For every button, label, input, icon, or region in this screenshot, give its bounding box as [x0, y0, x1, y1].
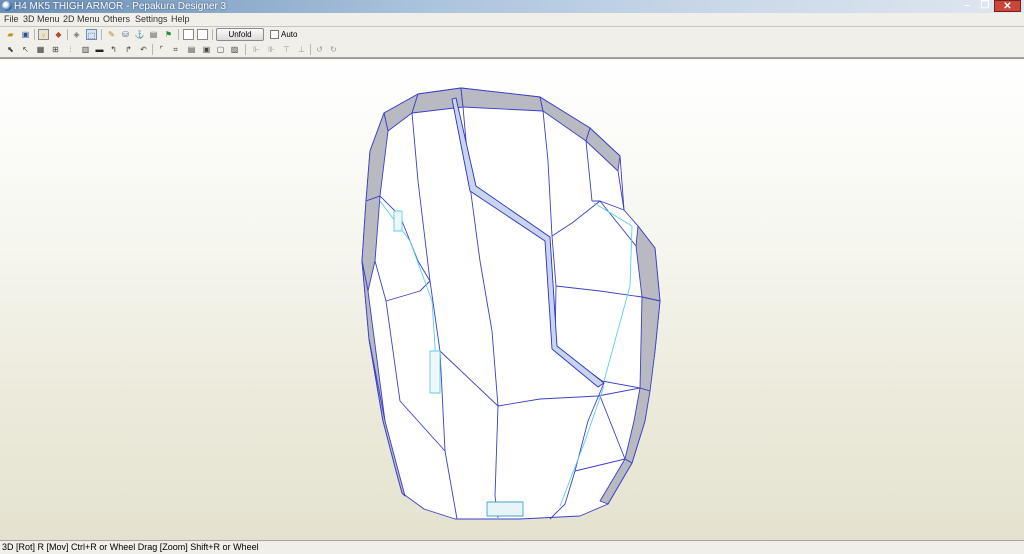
undo-icon[interactable]: ↺	[314, 44, 325, 55]
side-face	[639, 296, 661, 392]
status-text: 3D [Rot] R [Mov] Ctrl+R or Wheel Drag [Z…	[2, 542, 259, 552]
auto-checkbox[interactable]	[270, 30, 279, 39]
align-center-icon[interactable]: ▣	[201, 44, 212, 55]
window-title: H4 MK5 THIGH ARMOR - Pepakura Designer 3	[14, 1, 227, 12]
join-icon[interactable]: ⊞	[50, 44, 61, 55]
green-flag-icon[interactable]: ⚑	[163, 29, 174, 40]
maximize-button[interactable]: ❐	[976, 0, 994, 12]
save-icon[interactable]: ▣	[20, 29, 31, 40]
unfold-button[interactable]: Unfold	[216, 28, 264, 41]
align-right-icon[interactable]: ▢	[215, 44, 226, 55]
split-view-icon[interactable]	[197, 29, 208, 40]
color-cube-icon[interactable]: ◆	[53, 29, 64, 40]
rotate-left-icon[interactable]: ↰	[108, 44, 119, 55]
grid-icon[interactable]: ▦	[35, 44, 46, 55]
toolbar-separator	[178, 29, 179, 40]
select-icon[interactable]: ⬉	[5, 44, 16, 55]
title-bar: H4 MK5 THIGH ARMOR - Pepakura Designer 3…	[0, 0, 1024, 13]
menu-settings[interactable]: Settings	[135, 13, 168, 26]
menu-2d[interactable]: 2D Menu	[63, 13, 100, 26]
tab-bottom	[486, 501, 524, 517]
flip-left-icon[interactable]: ⊩	[251, 44, 262, 55]
menu-3d[interactable]: 3D Menu	[23, 13, 60, 26]
menu-bar: File 3D Menu 2D Menu Others Settings Hel…	[0, 13, 1024, 27]
main-toolbar: ▰ ▣ ♀ ◆ ◈ ⬚ ✎ ⛁ ⚓ ▤ ⚑ Unfold Auto	[0, 27, 1024, 42]
toolbar-separator	[101, 29, 102, 40]
minimize-button[interactable]: –	[958, 0, 976, 12]
toolbar-separator	[152, 44, 153, 55]
pencil-icon[interactable]: ✎	[106, 29, 117, 40]
3d-viewport[interactable]	[0, 58, 1024, 541]
side-face	[460, 87, 544, 112]
single-view-icon[interactable]	[183, 29, 194, 40]
menu-file[interactable]: File	[4, 13, 19, 26]
align-left-icon[interactable]: ▤	[186, 44, 197, 55]
toolbar-separator	[34, 29, 35, 40]
page-icon[interactable]: ▥	[80, 44, 91, 55]
flip-right-icon[interactable]: ⊪	[266, 44, 277, 55]
cylinder-icon[interactable]: ⛁	[120, 29, 131, 40]
tab-left	[429, 350, 441, 394]
lightbulb-icon[interactable]: ♀	[38, 29, 49, 40]
toolbar-separator	[310, 44, 311, 55]
flip-down-icon[interactable]: ⊥	[296, 44, 307, 55]
tab-top-left	[393, 210, 403, 232]
edge-icon[interactable]: ⫶	[65, 44, 76, 55]
toolbar-separator	[67, 29, 68, 40]
select-view-icon[interactable]: ⬚	[86, 29, 97, 40]
toolbar-separator	[212, 29, 213, 40]
auto-label: Auto	[281, 30, 298, 39]
snap-icon[interactable]: ↶	[138, 44, 149, 55]
flap-icon[interactable]: ⌜	[156, 44, 167, 55]
rotate-right-icon[interactable]: ↱	[123, 44, 134, 55]
mirror-icon[interactable]: ⌗	[170, 44, 181, 55]
app-icon	[2, 1, 12, 11]
menu-help[interactable]: Help	[171, 13, 190, 26]
close-button[interactable]: ✕	[994, 0, 1021, 12]
menu-others[interactable]: Others	[103, 13, 130, 26]
page-setup-icon[interactable]: ▨	[229, 44, 240, 55]
print-icon[interactable]: ▤	[148, 29, 159, 40]
status-bar: 3D [Rot] R [Mov] Ctrl+R or Wheel Drag [Z…	[0, 540, 1024, 554]
redo-icon[interactable]: ↻	[328, 44, 339, 55]
toolbar-separator	[245, 44, 246, 55]
edit-toolbar: ⬉ ↖ ▦ ⊞ ⫶ ▥ ▬ ↰ ↱ ↶ ⌜ ⌗ ▤ ▣ ▢ ▨ ⊩ ⊪ ⊤ ⊥ …	[0, 42, 1024, 58]
thigh-armor-3d-model[interactable]	[0, 59, 1024, 541]
move-edge-icon[interactable]: ↖	[20, 44, 31, 55]
open-icon[interactable]: ▰	[5, 29, 16, 40]
fold-icon[interactable]: ▬	[94, 44, 105, 55]
anchor-icon[interactable]: ⚓	[134, 29, 145, 40]
flip-up-icon[interactable]: ⊤	[281, 44, 292, 55]
texture-icon[interactable]: ◈	[71, 29, 82, 40]
